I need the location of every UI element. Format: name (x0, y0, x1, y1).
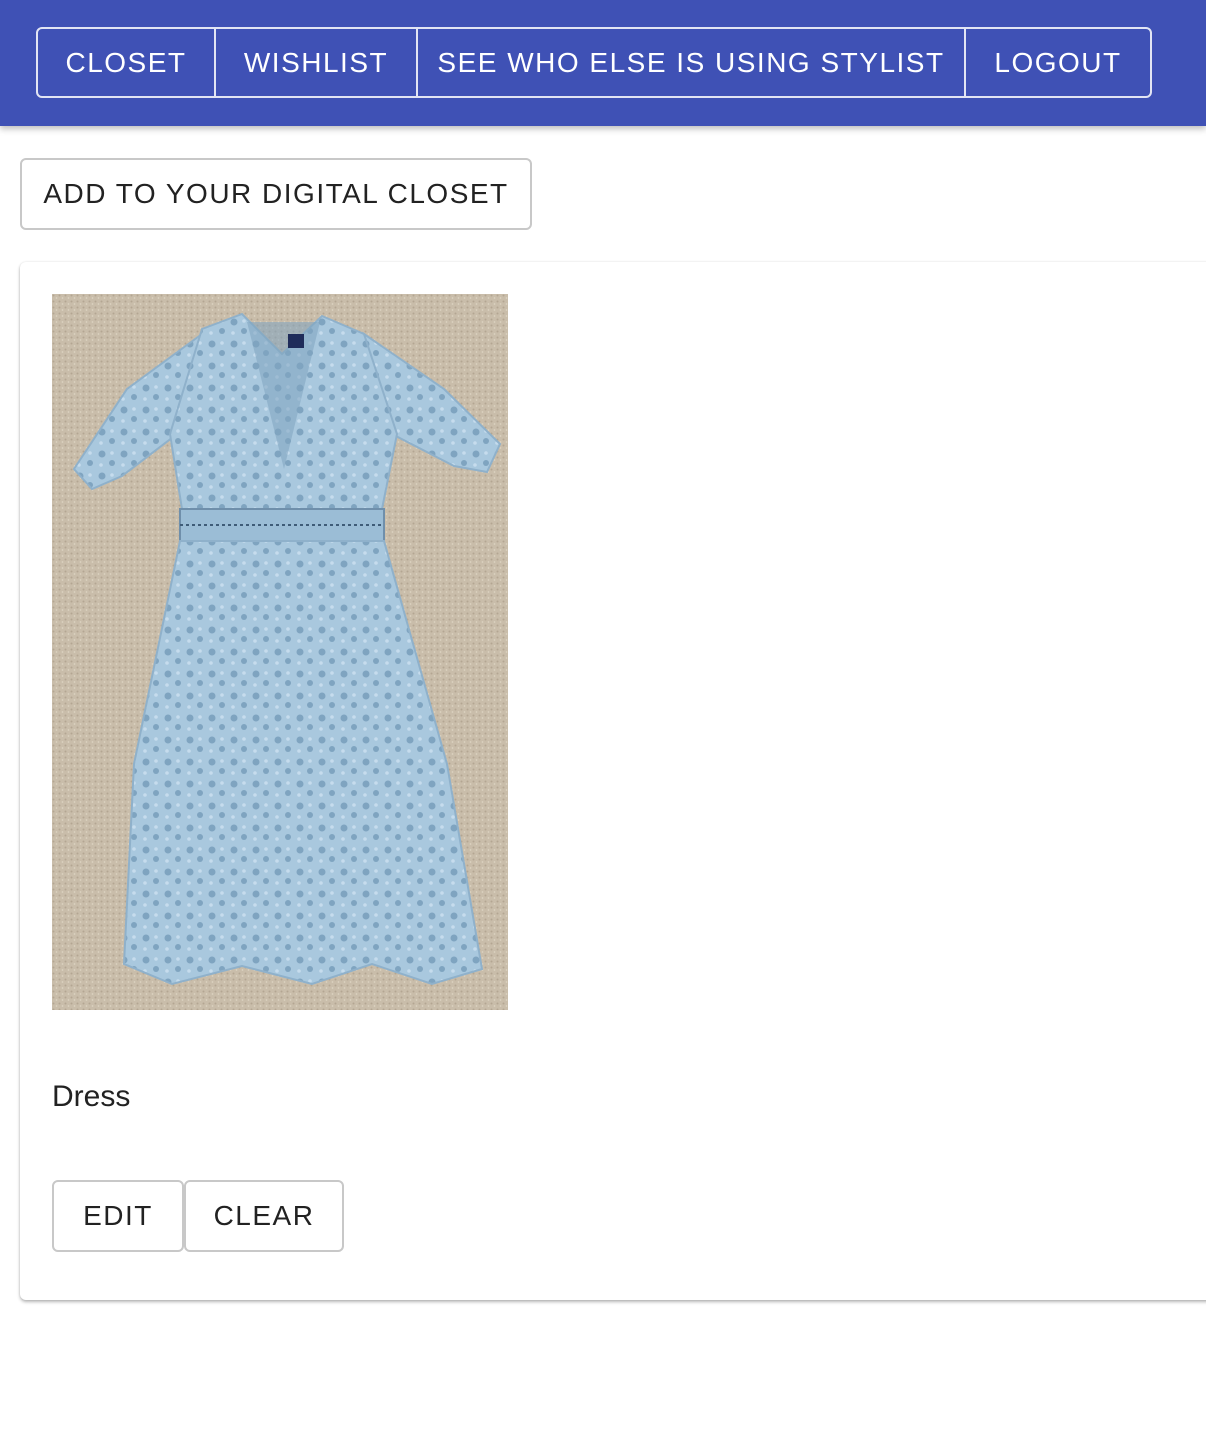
item-name: Dress (52, 1080, 131, 1113)
add-to-closet-button[interactable]: ADD TO YOUR DIGITAL CLOSET (20, 158, 532, 230)
dress-photo (52, 294, 508, 1010)
logout-button[interactable]: LOGOUT (966, 29, 1150, 96)
closet-item-card: Dress EDIT CLEAR (20, 262, 1206, 1300)
see-who-else-button[interactable]: SEE WHO ELSE IS USING STYLIST (418, 29, 966, 96)
wishlist-button[interactable]: WISHLIST (216, 29, 418, 96)
card-actions: EDIT CLEAR (52, 1180, 344, 1252)
edit-button[interactable]: EDIT (52, 1180, 184, 1252)
closet-button[interactable]: CLOSET (38, 29, 216, 96)
app-bar: CLOSET WISHLIST SEE WHO ELSE IS USING ST… (0, 0, 1206, 126)
clear-button[interactable]: CLEAR (184, 1180, 344, 1252)
nav-button-group: CLOSET WISHLIST SEE WHO ELSE IS USING ST… (36, 27, 1152, 98)
